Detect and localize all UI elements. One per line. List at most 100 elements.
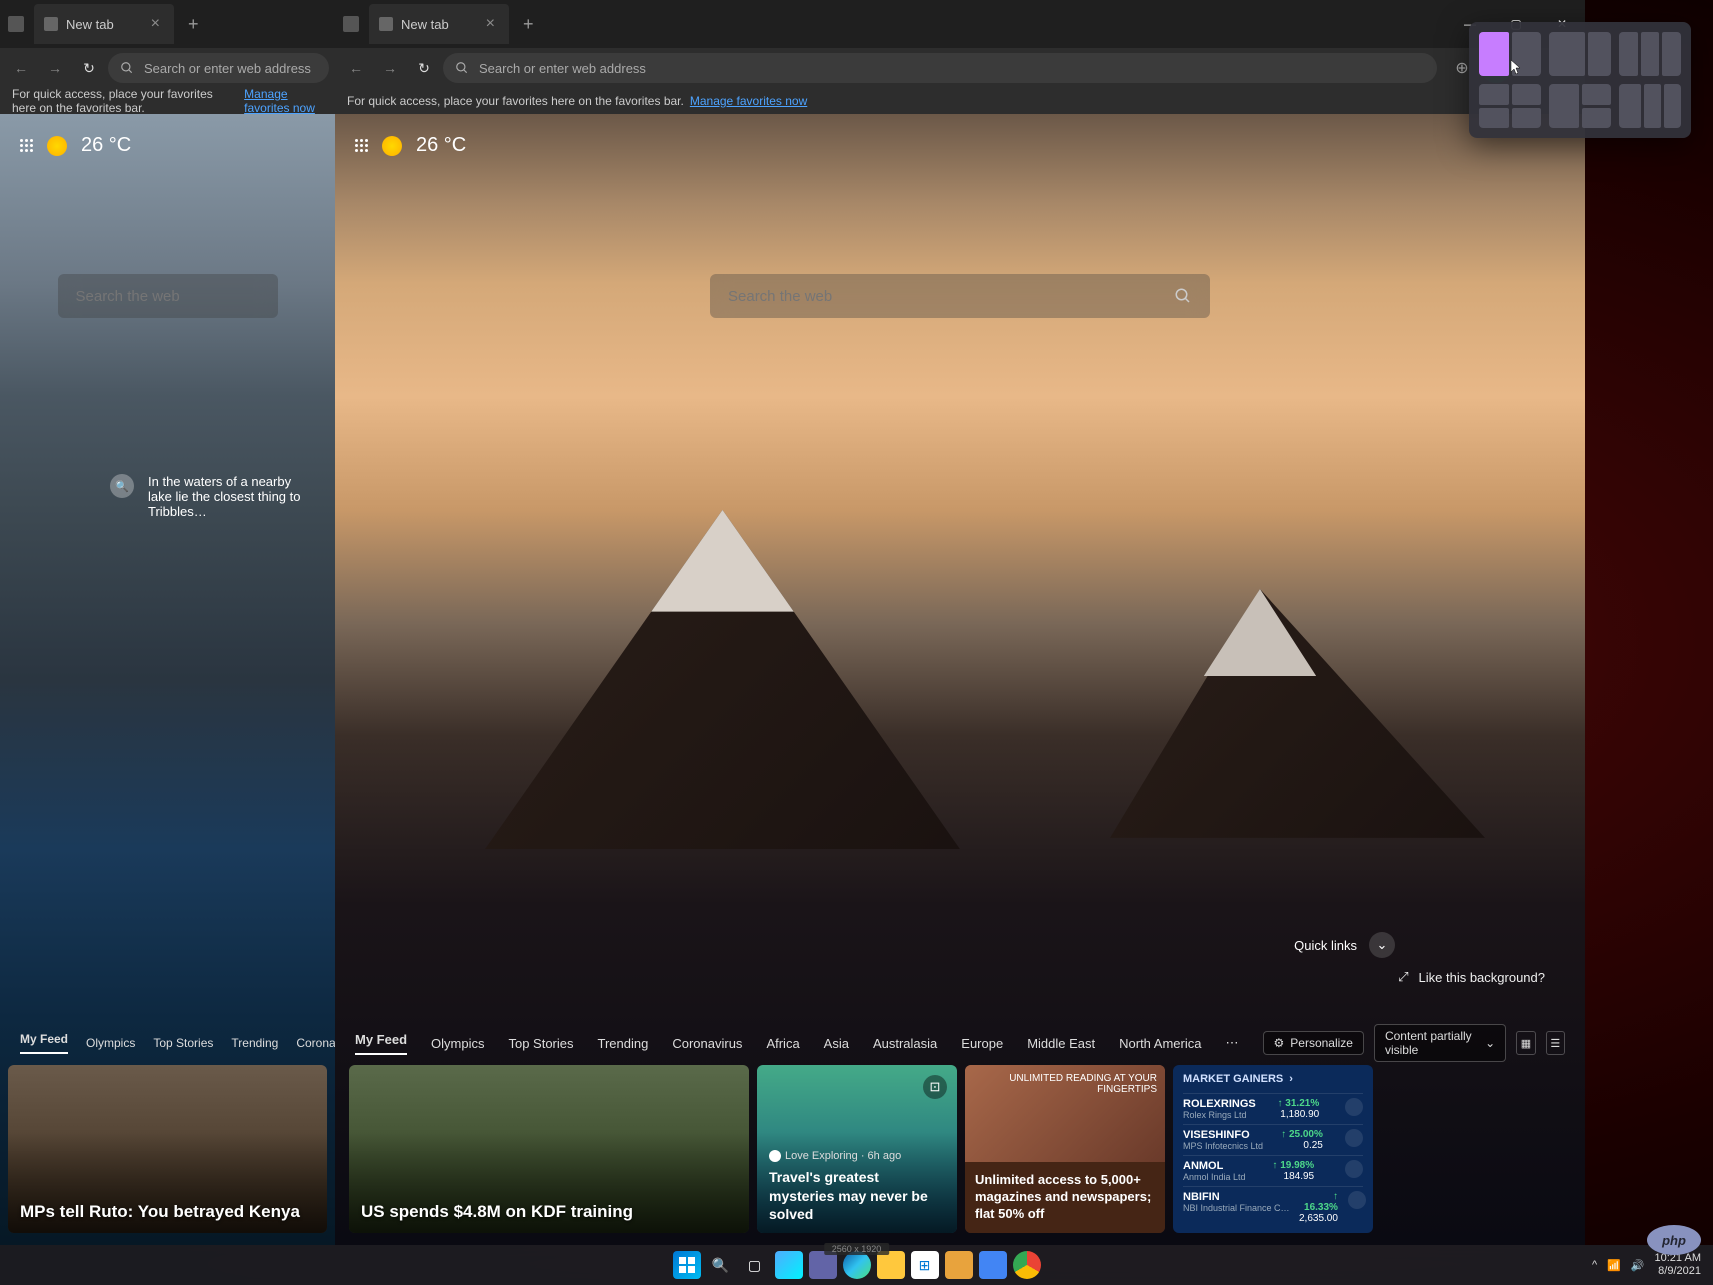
chat-icon[interactable] xyxy=(809,1251,837,1279)
search-icon xyxy=(455,61,469,75)
address-input[interactable]: Search or enter web address xyxy=(443,53,1437,83)
task-view-icon[interactable]: ▢ xyxy=(741,1251,769,1279)
feed-tab-europe[interactable]: Europe xyxy=(961,1036,1003,1051)
system-tray: ^ 📶 🔊 10:21 AM 8/9/2021 xyxy=(1592,1252,1713,1278)
apps-grid-icon[interactable] xyxy=(355,139,368,152)
list-view-icon[interactable]: ☰ xyxy=(1546,1031,1565,1055)
temperature[interactable]: 26 °C xyxy=(81,134,131,157)
chart-icon xyxy=(1345,1129,1363,1147)
feed-tab-myfeed[interactable]: My Feed xyxy=(20,1032,68,1054)
refresh-button[interactable]: ↻ xyxy=(74,53,104,83)
titlebar: New tab × + xyxy=(0,0,335,48)
new-tab-button[interactable]: + xyxy=(509,14,548,35)
feed-tab-olympics[interactable]: Olympics xyxy=(431,1036,484,1051)
image-info-bubble[interactable]: 🔍 In the waters of a nearby lake lie the… xyxy=(110,474,310,519)
quick-links-expand-icon[interactable]: ⌄ xyxy=(1369,932,1395,958)
feed-tab-asia[interactable]: Asia xyxy=(824,1036,849,1051)
widgets-icon[interactable] xyxy=(775,1251,803,1279)
search-input[interactable] xyxy=(76,288,275,305)
feed-tab-trending[interactable]: Trending xyxy=(598,1036,649,1051)
tab[interactable]: New tab × xyxy=(34,4,174,44)
tab[interactable]: New tab × xyxy=(369,4,509,44)
snap-layout-thirds-wide[interactable] xyxy=(1619,84,1681,128)
feed-tab-olympics[interactable]: Olympics xyxy=(86,1036,135,1050)
feed-tab-myfeed[interactable]: My Feed xyxy=(355,1032,407,1055)
ntp-search-box[interactable] xyxy=(58,274,278,318)
ad-card[interactable]: UNLIMITED READING AT YOUR FINGERTIPS Unl… xyxy=(965,1065,1165,1233)
news-source: Love Exploring · 6h ago xyxy=(769,1150,945,1162)
file-explorer-icon[interactable] xyxy=(877,1251,905,1279)
expand-icon: ⤢ xyxy=(1398,969,1408,985)
news-card[interactable]: MPs tell Ruto: You betrayed Kenya xyxy=(8,1065,327,1233)
market-row[interactable]: VISESHINFOMPS Infotecnics Ltd↑ 25.00%0.2… xyxy=(1183,1124,1363,1155)
feed-tab-coronavirus[interactable]: Coronavirus xyxy=(296,1036,335,1050)
feed-tab-topstories[interactable]: Top Stories xyxy=(508,1036,573,1051)
tray-wifi-icon[interactable]: 📶 xyxy=(1607,1259,1621,1272)
chart-icon xyxy=(1345,1098,1363,1116)
news-card-medium[interactable]: ⊡ Love Exploring · 6h ago Travel's great… xyxy=(757,1065,957,1233)
tray-chevron-icon[interactable]: ^ xyxy=(1592,1259,1597,1271)
ntp-search-box[interactable] xyxy=(710,274,1210,318)
content-visibility-dropdown[interactable]: Content partially visible ⌄ xyxy=(1374,1024,1506,1062)
feed-tab-trending[interactable]: Trending xyxy=(231,1036,278,1050)
gear-icon: ⚙ xyxy=(1274,1036,1285,1050)
market-card[interactable]: MARKET GAINERS › ROLEXRINGSRolex Rings L… xyxy=(1173,1065,1373,1233)
snap-layout-flyout xyxy=(1469,22,1691,138)
chrome-icon[interactable] xyxy=(1013,1251,1041,1279)
card-action-icon[interactable]: ⊡ xyxy=(923,1075,947,1099)
app-icon xyxy=(8,16,24,32)
like-background[interactable]: ⤢ Like this background? xyxy=(1398,969,1545,985)
snap-layout-split-half[interactable] xyxy=(1479,32,1541,76)
app-icon[interactable] xyxy=(945,1251,973,1279)
store-icon[interactable]: ⊞ xyxy=(911,1251,939,1279)
search-icon[interactable] xyxy=(1174,287,1192,305)
new-tab-button[interactable]: + xyxy=(174,14,213,35)
app-icon[interactable] xyxy=(979,1251,1007,1279)
weather-icon[interactable] xyxy=(382,136,402,156)
market-row[interactable]: ANMOLAnmol India Ltd↑ 19.98%184.95 xyxy=(1183,1155,1363,1186)
feed-tab-middleeast[interactable]: Middle East xyxy=(1027,1036,1095,1051)
close-tab-icon[interactable]: × xyxy=(147,15,164,33)
feed-tab-australasia[interactable]: Australasia xyxy=(873,1036,937,1051)
temperature[interactable]: 26 °C xyxy=(416,134,466,157)
apps-grid-icon[interactable] xyxy=(20,139,33,152)
tab-title: New tab xyxy=(66,17,114,32)
news-card-large[interactable]: US spends $4.8M on KDF training xyxy=(349,1065,749,1233)
feed-tab-africa[interactable]: Africa xyxy=(766,1036,799,1051)
search-input[interactable] xyxy=(728,288,1174,305)
start-button[interactable] xyxy=(673,1251,701,1279)
back-button[interactable]: ← xyxy=(341,53,371,83)
feed-tab-northamerica[interactable]: North America xyxy=(1119,1036,1201,1051)
feed-tab-coronavirus[interactable]: Coronavirus xyxy=(672,1036,742,1051)
news-cards: US spends $4.8M on KDF training ⊡ Love E… xyxy=(335,1065,1585,1245)
info-text: In the waters of a nearby lake lie the c… xyxy=(148,474,310,519)
market-row[interactable]: NBIFINNBI Industrial Finance Co…↑ 16.33%… xyxy=(1183,1186,1363,1228)
forward-button[interactable]: → xyxy=(40,53,70,83)
clock[interactable]: 10:21 AM 8/9/2021 xyxy=(1655,1252,1701,1278)
refresh-button[interactable]: ↻ xyxy=(409,53,439,83)
forward-button[interactable]: → xyxy=(375,53,405,83)
grid-view-icon[interactable]: ▦ xyxy=(1516,1031,1535,1055)
manage-favorites-link[interactable]: Manage favorites now xyxy=(244,87,323,115)
personalize-button[interactable]: ⚙ Personalize xyxy=(1263,1031,1364,1055)
edge-icon[interactable] xyxy=(843,1251,871,1279)
feed-tab-topstories[interactable]: Top Stories xyxy=(153,1036,213,1050)
address-input[interactable]: Search or enter web address xyxy=(108,53,329,83)
favorites-bar: For quick access, place your favorites h… xyxy=(335,88,1585,114)
titlebar: New tab × + ― ▢ ✕ xyxy=(335,0,1585,48)
tray-volume-icon[interactable]: 🔊 xyxy=(1631,1259,1645,1272)
snap-layout-split-wide[interactable] xyxy=(1549,32,1611,76)
market-row[interactable]: ROLEXRINGSRolex Rings Ltd↑ 31.21%1,180.9… xyxy=(1183,1093,1363,1124)
snap-layout-left-stack[interactable] xyxy=(1549,84,1611,128)
snap-layout-quarters[interactable] xyxy=(1479,84,1541,128)
close-tab-icon[interactable]: × xyxy=(482,15,499,33)
back-button[interactable]: ← xyxy=(6,53,36,83)
news-title: Travel's greatest mysteries may never be… xyxy=(769,1168,945,1223)
search-icon[interactable]: 🔍 xyxy=(707,1251,735,1279)
snap-layout-thirds[interactable] xyxy=(1619,32,1681,76)
chart-icon xyxy=(1348,1191,1366,1209)
date: 8/9/2021 xyxy=(1655,1265,1701,1278)
weather-icon[interactable] xyxy=(47,136,67,156)
manage-favorites-link[interactable]: Manage favorites now xyxy=(690,94,807,108)
feed-more-icon[interactable]: ⋯ xyxy=(1226,1035,1239,1051)
